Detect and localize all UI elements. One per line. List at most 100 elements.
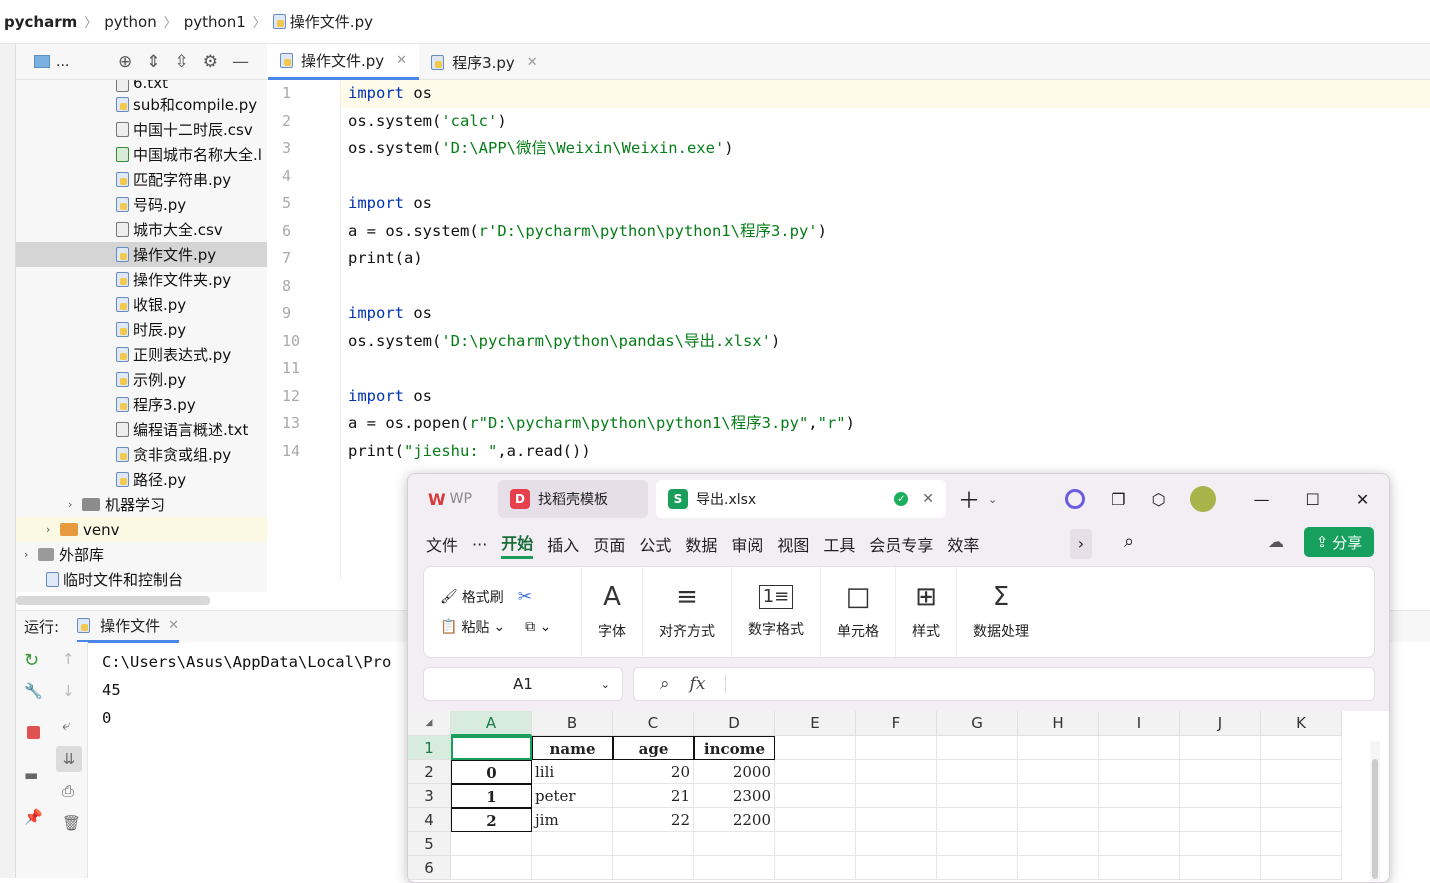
align-button[interactable]: ≡ 对齐方式 [643,567,732,657]
cell[interactable]: 0 [451,760,532,784]
number-format-button[interactable]: 1≡ 数字格式 [732,567,821,657]
close-tab-icon[interactable]: ✕ [396,53,407,68]
tree-item[interactable]: 临时文件和控制台 [16,567,267,592]
cell[interactable]: 2000 [694,760,775,784]
column-header[interactable]: J [1180,711,1261,736]
column-header[interactable]: D [694,711,775,736]
menu-item[interactable]: 数据 [685,532,717,556]
cell[interactable] [937,808,1018,832]
name-box[interactable]: A1 ⌄ [423,667,623,701]
copy-icon[interactable]: ⧉ ⌄ [525,619,551,635]
tree-item[interactable]: 编程语言概述.txt [16,417,267,442]
expand-all-icon[interactable]: ⇕ [146,52,160,72]
cell[interactable]: name [532,736,613,760]
cell[interactable]: 2200 [694,808,775,832]
row-header[interactable]: 2 [408,760,451,784]
cell[interactable]: 21 [613,784,694,808]
column-header[interactable]: C [613,711,694,736]
tree-item[interactable]: 匹配字符串.py [16,167,267,192]
style-button[interactable]: ⊞ 样式 [896,567,957,657]
cell[interactable] [856,760,937,784]
tree-item[interactable]: 中国十二时辰.csv [16,117,267,142]
cell[interactable] [1018,808,1099,832]
layout-icon[interactable]: ▬ [24,766,38,784]
expand-chevron-icon[interactable]: › [68,498,82,511]
tree-item[interactable]: › venv [16,517,267,542]
search-icon[interactable]: ⌕ [1124,531,1134,552]
tree-item[interactable]: 时辰.py [16,317,267,342]
cell[interactable] [856,832,937,856]
zoom-search-icon[interactable]: ⌕ [660,674,670,694]
tree-item[interactable]: 贪非贪或组.py [16,442,267,467]
cell[interactable] [1018,832,1099,856]
cell[interactable] [775,808,856,832]
cloud-sync-icon[interactable]: ☁ [1268,532,1284,551]
cell[interactable] [775,736,856,760]
format-painter-button[interactable]: 🖌 格式刷 [440,587,504,607]
breadcrumb-pycharm[interactable]: pycharm [4,13,77,31]
cell[interactable] [613,832,694,856]
cell[interactable] [937,856,1018,880]
more-menu-chevron-icon[interactable]: › [1070,529,1092,559]
cell[interactable] [1180,760,1261,784]
menu-item[interactable]: ··· [472,535,487,554]
cell[interactable] [1180,832,1261,856]
menu-item[interactable]: 视图 [777,532,809,556]
up-arrow-icon[interactable]: ↑ [62,650,75,668]
cell[interactable] [1261,832,1342,856]
close-run-tab-icon[interactable]: ✕ [168,618,179,633]
pin-icon[interactable]: 📌 [24,808,43,826]
tree-item[interactable]: 收银.py [16,292,267,317]
soft-wrap-icon[interactable]: ⤶ [62,716,70,734]
cell[interactable] [775,856,856,880]
scroll-to-end-icon[interactable]: ⇊ [56,746,82,772]
cell[interactable] [1099,808,1180,832]
tree-item[interactable]: 6.txt [16,80,267,92]
tree-item[interactable]: sub和compile.py [16,92,267,117]
cell[interactable] [856,784,937,808]
expand-chevron-icon[interactable]: › [46,523,60,536]
breadcrumb-python[interactable]: python [104,13,156,31]
cell[interactable] [775,832,856,856]
scroll-thumb[interactable] [1372,759,1378,879]
tree-item[interactable]: 正则表达式.py [16,342,267,367]
column-header[interactable]: F [856,711,937,736]
menu-item[interactable]: 公式 [639,532,671,556]
menu-item[interactable]: 效率 [947,532,979,556]
close-window-icon[interactable]: ✕ [1356,490,1369,509]
column-header[interactable]: G [937,711,1018,736]
row-header[interactable]: 1 [408,736,451,760]
cell[interactable]: lili [532,760,613,784]
minimize-window-icon[interactable]: — [1254,490,1270,509]
rerun-icon[interactable]: ↻ [24,650,39,671]
formula-input[interactable]: ⌕ fx [633,667,1375,701]
row-header[interactable]: 6 [408,856,451,880]
menu-item[interactable]: 插入 [547,532,579,556]
menu-item[interactable]: 开始 [501,530,534,559]
column-header[interactable]: B [532,711,613,736]
run-tab[interactable]: 操作文件 ✕ [77,611,179,643]
cell[interactable] [856,808,937,832]
avatar[interactable] [1189,486,1216,512]
tree-hscrollbar[interactable] [16,596,210,605]
collapse-all-icon[interactable]: ⇳ [175,52,189,72]
cell[interactable] [694,832,775,856]
fx-icon[interactable]: fx [690,674,706,694]
menu-item[interactable]: 会员专享 [869,532,933,556]
active-cell[interactable] [451,736,532,760]
cell[interactable] [451,856,532,880]
cell[interactable] [775,784,856,808]
cell[interactable] [694,856,775,880]
window-copy-icon[interactable]: ❐ [1111,490,1125,509]
cell[interactable] [937,832,1018,856]
cell[interactable]: 20 [613,760,694,784]
wps-home-tab[interactable]: W WP [420,480,490,518]
tree-item[interactable]: › 机器学习 [16,492,267,517]
cell[interactable] [1261,760,1342,784]
cell[interactable]: age [613,736,694,760]
cell[interactable] [1261,784,1342,808]
tree-item[interactable]: 路径.py [16,467,267,492]
row-header[interactable]: 5 [408,832,451,856]
cell[interactable] [1261,856,1342,880]
grid-vscrollbar[interactable] [1370,741,1380,881]
